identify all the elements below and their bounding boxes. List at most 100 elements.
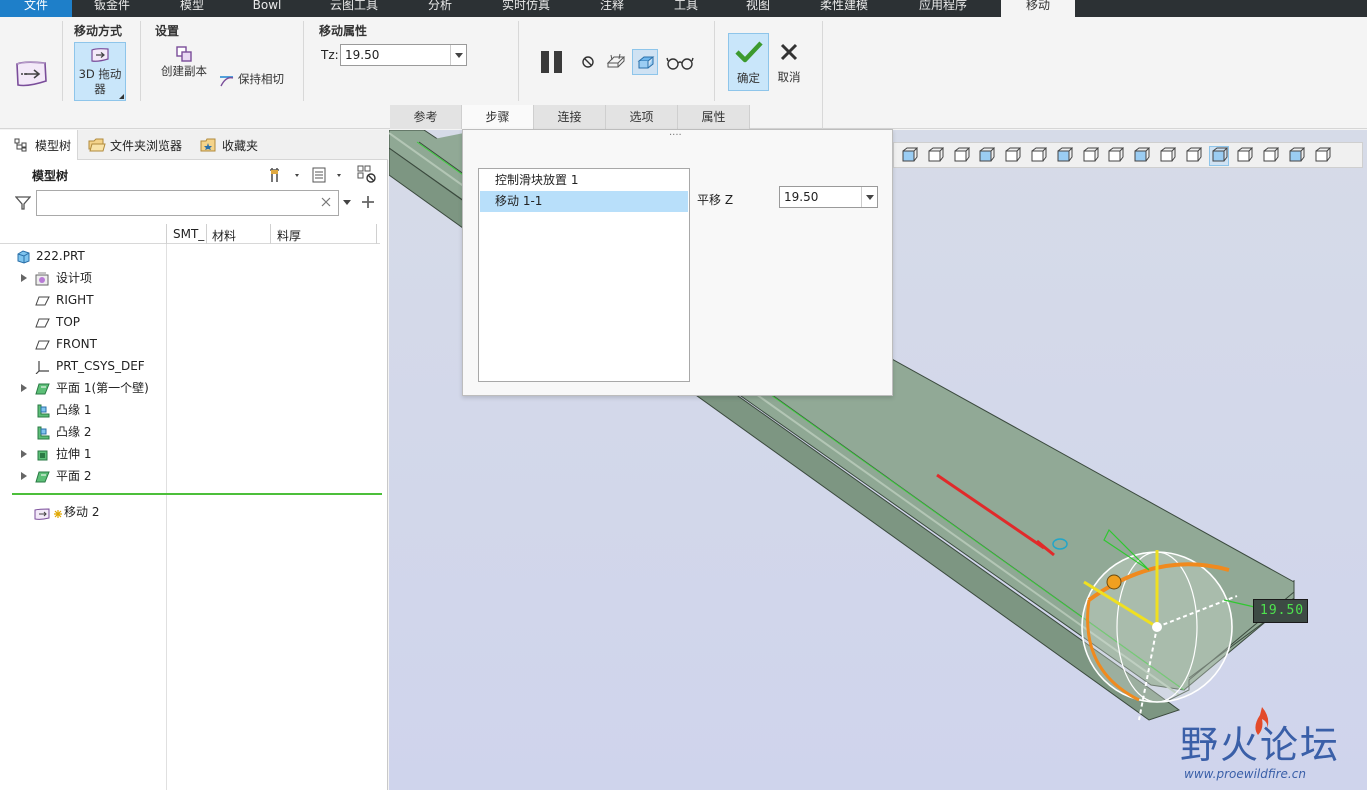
tree-row-flange-2[interactable]: 凸缘 2 [0,421,380,443]
menu-tab-file[interactable]: 文件 [0,0,72,17]
navigator-tab-favorites[interactable]: 收藏夹 [198,130,268,160]
subtab-connections[interactable]: 连接 [534,105,606,129]
perspective-icon[interactable] [1003,147,1022,165]
pause-icon[interactable] [1287,147,1306,165]
tz-value-dropdown[interactable]: 19.50 [340,44,467,66]
menu-tab-applications[interactable]: 应用程序 [904,0,982,17]
tree-structure-icon [14,138,28,152]
datum-axis-icon[interactable] [1081,147,1099,165]
planar-wall-icon [35,381,50,395]
tree-row-top[interactable]: TOP [0,311,380,333]
planar-wall-icon [35,469,50,483]
menu-tab-analysis[interactable]: 分析 [410,0,470,17]
step-item[interactable]: 控制滑块放置 1 [480,170,688,191]
model-tree-panel: 模型树 文件夹浏览器 收藏夹 模型树 SMT_ 材料 料厚 222.PRT 设计… [0,130,388,790]
tree-filter-settings-icon[interactable] [356,164,378,184]
display-style-icon[interactable] [926,147,945,165]
appearance-icon[interactable] [1235,147,1254,165]
expand-arrow-icon[interactable] [21,274,27,282]
chevron-down-icon[interactable] [450,45,466,65]
saved-views-icon[interactable] [952,147,970,165]
datum-display-icon[interactable] [1029,147,1048,165]
tree-row-label: 拉伸 1 [56,447,92,461]
expand-arrow-icon[interactable] [21,384,27,392]
datum-plane-icon[interactable] [1055,147,1074,165]
tree-row-flange-1[interactable]: 凸缘 1 [0,399,380,421]
preview-toggle-button[interactable] [632,49,658,75]
menu-tab-flexible-modeling[interactable]: 柔性建模 [808,0,880,17]
csys-display-icon[interactable] [1132,147,1151,165]
keep-tangent-button[interactable]: 保持相切 [218,71,294,91]
3d-dragger-button[interactable]: 3D 拖动 器 [74,42,126,101]
translate-z-value: 19.50 [784,190,819,204]
tree-row-planar-1[interactable]: 平面 1(第一个壁) [0,377,380,399]
spin-center-icon[interactable] [1184,147,1203,165]
pause-icon [541,51,549,73]
create-copy-icon [175,45,193,63]
subtab-options[interactable]: 选项 [606,105,678,129]
menu-tab-tools[interactable]: 工具 [654,0,718,17]
expand-arrow-icon[interactable] [21,472,27,480]
view-manager-icon[interactable] [977,147,996,165]
glasses-icon[interactable] [666,55,694,71]
tree-settings-icon[interactable] [269,166,303,184]
add-filter-icon[interactable] [361,195,375,209]
flange-icon [35,403,50,418]
step-item-selected[interactable]: 移动 1-1 [480,191,688,212]
navigator-tab-folder-browser[interactable]: 文件夹浏览器 [86,130,192,160]
translate-z-dropdown[interactable]: 19.50 [779,186,878,208]
annotation-display-icon[interactable] [1158,147,1177,165]
menu-tab-sheetmetal[interactable]: 钣金件 [80,0,144,17]
zoom-fit-icon[interactable] [900,147,919,165]
clear-icon[interactable] [320,196,332,208]
tree-row-part[interactable]: 222.PRT [0,245,380,267]
checkmark-icon [734,40,764,64]
wireframe-preview-icon[interactable] [605,51,627,73]
tree-row-label: PRT_CSYS_DEF [56,359,145,373]
confirm-label: 确定 [737,71,760,85]
tree-show-icon[interactable] [310,166,346,184]
tree-row-right[interactable]: RIGHT [0,289,380,311]
chevron-down-icon[interactable] [861,187,877,207]
menu-tab-cloud-tools[interactable]: 云图工具 [318,0,390,17]
tree-row-label: 移动 2 [64,505,100,519]
create-copy-button[interactable]: 创建副本 [157,43,211,81]
tree-row-planar-2[interactable]: 平面 2 [0,465,380,487]
column-header-smt[interactable]: SMT_ [173,227,204,241]
column-header-thickness[interactable]: 料厚 [277,227,301,244]
subtab-references[interactable]: 参考 [390,105,462,129]
datum-point-icon[interactable] [1106,147,1125,165]
tree-row-design-items[interactable]: 设计项 [0,267,380,289]
navigator-tab-model-tree[interactable]: 模型树 [0,130,78,160]
expand-arrow-icon[interactable] [21,450,27,458]
menu-tab-annotate[interactable]: 注释 [580,0,644,17]
menu-tab-model[interactable]: 模型 [160,0,224,17]
tree-row-front[interactable]: FRONT [0,333,380,355]
watermark-title: 野火论坛 [1180,723,1341,767]
subtab-properties[interactable]: 属性 [678,105,750,129]
dimension-readout-box[interactable]: 19.50 [1253,599,1308,623]
move-props-title: 移动属性 [319,24,368,38]
tree-search-input[interactable] [36,190,339,216]
search-dropdown-icon[interactable] [343,200,351,205]
column-header-material[interactable]: 材料 [212,227,236,244]
subtab-steps[interactable]: 步骤 [462,105,534,129]
menu-tab-bowl[interactable]: Bowl [236,0,298,17]
selection-filter-icon[interactable] [1208,146,1229,166]
menu-tab-move[interactable]: 移动 [1001,0,1075,18]
ribbon-separator [303,21,304,101]
panel-grip-icon[interactable]: ···· [669,131,685,141]
menu-tab-view[interactable]: 视图 [728,0,788,17]
pause-button[interactable] [541,50,565,74]
shading-icon[interactable] [1261,147,1280,165]
insert-here-line[interactable] [12,493,382,495]
tree-row-move-2[interactable]: 移动 2 [0,501,380,523]
steps-list[interactable]: 控制滑块放置 1 移动 1-1 [478,168,690,382]
menu-tab-live-sim[interactable]: 实时仿真 [490,0,562,17]
repaint-icon[interactable] [1313,147,1332,165]
no-entry-icon[interactable] [581,55,595,69]
cancel-button[interactable]: 取消 [773,33,805,91]
confirm-button[interactable]: 确定 [728,33,769,91]
tree-row-csys[interactable]: PRT_CSYS_DEF [0,355,380,377]
tree-row-extrude-1[interactable]: 拉伸 1 [0,443,380,465]
